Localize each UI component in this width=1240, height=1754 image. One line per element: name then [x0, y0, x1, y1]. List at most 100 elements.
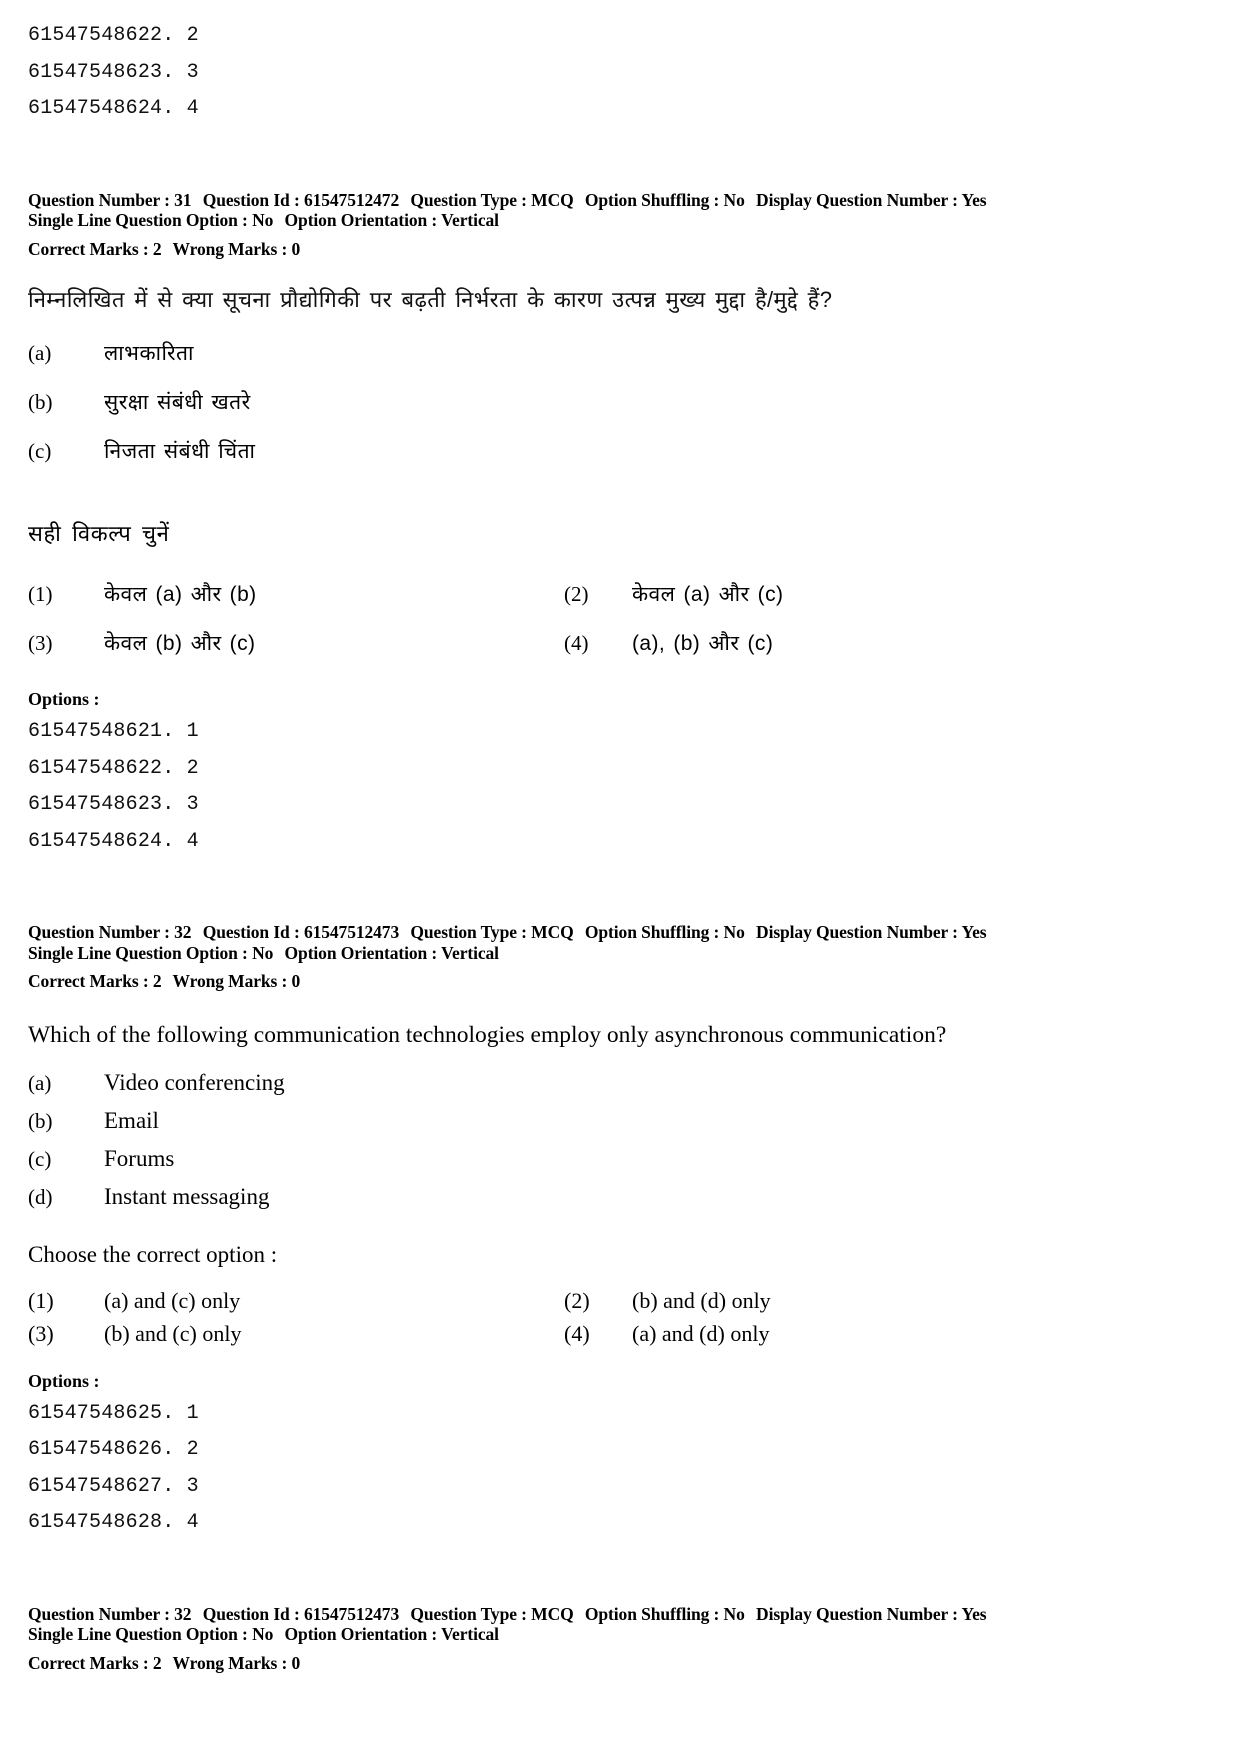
choose-instruction-31: सही विकल्प चुनें: [28, 521, 170, 546]
option-id-row: 61547548623. 3: [28, 60, 199, 84]
answer-choice-text: (a) and (d) only: [632, 1320, 770, 1346]
sub-option-label: (b): [28, 390, 53, 414]
single-line-question-option-value: No: [252, 1624, 274, 1644]
wrong-marks-value: 0: [291, 1652, 301, 1673]
answer-choice-number: (3): [28, 631, 53, 655]
option-orientation-label: Option Orientation :: [284, 1624, 438, 1644]
question-type-label: Question Type :: [410, 1603, 527, 1624]
answer-choice-text: केवल (b) और (c): [104, 632, 256, 655]
sub-option-label: (b): [28, 1108, 53, 1133]
correct-marks-value: 2: [152, 1652, 162, 1673]
answer-choice-4[interactable]: (4) (a), (b) और (c): [564, 619, 1212, 668]
question-number-value: 32: [174, 922, 192, 942]
correct-marks-label: Correct Marks :: [28, 971, 149, 991]
question-type-value: MCQ: [531, 189, 574, 210]
question-number-label: Question Number :: [28, 1603, 170, 1624]
sub-option-b: (b) Email: [28, 1102, 1212, 1140]
answer-choice-4[interactable]: (4) (a) and (d) only: [564, 1317, 1212, 1350]
option-id-row: 61547548622. 2: [28, 24, 199, 47]
display-question-number-value: Yes: [961, 189, 987, 210]
option-orientation-value: Vertical: [441, 942, 499, 963]
question-sub-option-list-31: (a) लाभकारिता (b) सुरक्षा संबंधी खतरे (c…: [28, 329, 1212, 476]
single-line-question-option-value: No: [252, 942, 274, 963]
choose-instruction-32: Choose the correct option :: [28, 1241, 278, 1267]
sub-option-a: (a) Video conferencing: [28, 1064, 1212, 1102]
question-id-value: 61547512472: [303, 189, 400, 210]
answer-choice-1[interactable]: (1) केवल (a) और (b): [28, 570, 564, 619]
option-shuffling-value: No: [723, 189, 745, 210]
answer-choice-text: (a) and (c) only: [104, 1287, 241, 1313]
sub-option-label: (c): [28, 1146, 52, 1171]
question-meta-line-primary: Question Number : 32 Question Id : 61547…: [28, 1604, 1212, 1625]
question-id-label: Question Id :: [202, 189, 300, 210]
option-id-row: 61547548623. 3: [28, 793, 199, 816]
display-question-number-value: Yes: [961, 922, 987, 942]
question-meta-line-primary: Question Number : 31 Question Id : 61547…: [28, 190, 1212, 211]
question-meta-line-primary: Question Number : 32 Question Id : 61547…: [28, 922, 1212, 943]
correct-marks-label: Correct Marks :: [28, 238, 149, 259]
question-meta-32-repeat: Question Number : 32 Question Id : 61547…: [28, 1604, 1212, 1674]
single-line-question-option-label: Single Line Question Option :: [28, 942, 248, 963]
option-orientation-label: Option Orientation :: [284, 210, 438, 230]
option-shuffling-value: No: [723, 922, 745, 942]
answer-choice-text: (b) and (c) only: [104, 1320, 242, 1346]
answer-choice-number: (1): [28, 1287, 54, 1313]
option-shuffling-label: Option Shuffling :: [584, 189, 720, 210]
option-id-row: 61547548626. 2: [28, 1438, 199, 1461]
option-shuffling-value: No: [723, 1603, 745, 1624]
question-type-value: MCQ: [531, 922, 574, 942]
option-id-row: 61547548627. 3: [28, 1474, 199, 1498]
option-orientation-label: Option Orientation :: [284, 942, 438, 963]
answer-choice-3[interactable]: (3) केवल (b) और (c): [28, 619, 564, 668]
answer-choice-text: केवल (a) और (b): [104, 583, 257, 606]
option-shuffling-label: Option Shuffling :: [584, 922, 720, 942]
answer-choice-grid-32: (1) (a) and (c) only (2) (b) and (d) onl…: [28, 1284, 1212, 1350]
question-type-label: Question Type :: [410, 189, 527, 210]
sub-option-text: सुरक्षा संबंधी खतरे: [104, 391, 251, 414]
sub-option-d: (d) Instant messaging: [28, 1178, 1212, 1216]
question-meta-line-secondary: Single Line Question Option : No Option …: [28, 943, 1212, 964]
question-meta-32: Question Number : 32 Question Id : 61547…: [28, 922, 1212, 992]
sub-option-label: (a): [28, 1070, 52, 1095]
wrong-marks-value: 0: [291, 971, 301, 991]
question-type-label: Question Type :: [410, 922, 527, 942]
answer-choice-1[interactable]: (1) (a) and (c) only: [28, 1284, 564, 1317]
question-marks-line: Correct Marks : 2 Wrong Marks : 0: [28, 1653, 1212, 1674]
question-number-label: Question Number :: [28, 189, 170, 210]
single-line-question-option-label: Single Line Question Option :: [28, 1624, 248, 1644]
option-id-row: 61547548625. 1: [28, 1401, 199, 1425]
question-meta-line-secondary: Single Line Question Option : No Option …: [28, 210, 1212, 231]
option-id-row: 61547548621. 1: [28, 720, 199, 743]
option-id-list-31: 61547548621. 1 61547548622. 2 6154754862…: [28, 714, 1212, 860]
carryover-option-id-list: 61547548622. 2 61547548623. 3 6154754862…: [28, 18, 1212, 128]
question-number-value: 32: [174, 1603, 192, 1624]
option-id-row: 61547548624. 4: [28, 829, 199, 853]
options-label-32: Options :: [28, 1370, 100, 1391]
answer-choice-text: (a), (b) और (c): [632, 632, 774, 655]
answer-choice-2[interactable]: (2) (b) and (d) only: [564, 1284, 1212, 1317]
question-id-value: 61547512473: [303, 922, 400, 942]
sub-option-text: Instant messaging: [104, 1183, 270, 1209]
question-block-31: Question Number : 31 Question Id : 61547…: [28, 190, 1212, 861]
answer-choice-2[interactable]: (2) केवल (a) और (c): [564, 570, 1212, 619]
question-number-value: 31: [174, 189, 192, 210]
correct-marks-label: Correct Marks :: [28, 1652, 149, 1673]
wrong-marks-value: 0: [291, 238, 301, 259]
answer-choice-number: (2): [564, 582, 589, 606]
wrong-marks-label: Wrong Marks :: [172, 1652, 288, 1673]
answer-choice-number: (3): [28, 1320, 54, 1346]
question-number-label: Question Number :: [28, 922, 170, 942]
question-id-value: 61547512473: [303, 1603, 400, 1624]
correct-marks-value: 2: [152, 971, 162, 991]
sub-option-text: Forums: [104, 1145, 175, 1171]
question-stem-31: निम्नलिखित में से क्या सूचना प्रौद्योगिक…: [28, 287, 833, 312]
option-orientation-value: Vertical: [441, 1624, 499, 1644]
options-label-31: Options :: [28, 689, 100, 709]
question-meta-line-secondary: Single Line Question Option : No Option …: [28, 1624, 1212, 1645]
question-block-32: Question Number : 32 Question Id : 61547…: [28, 922, 1212, 1542]
answer-choice-3[interactable]: (3) (b) and (c) only: [28, 1317, 564, 1350]
sub-option-text: Email: [104, 1107, 159, 1133]
answer-choice-number: (4): [564, 1320, 590, 1346]
wrong-marks-label: Wrong Marks :: [172, 971, 288, 991]
